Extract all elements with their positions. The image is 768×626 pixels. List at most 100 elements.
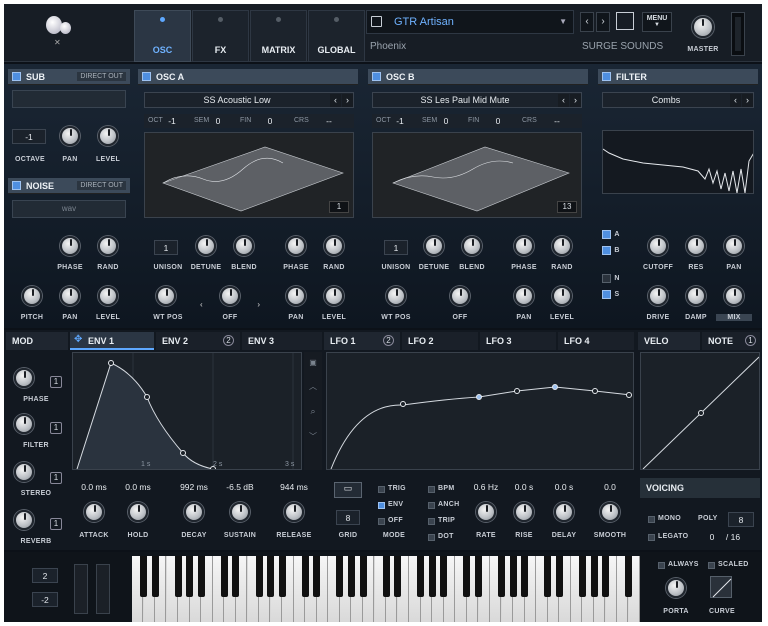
black-key[interactable] bbox=[347, 556, 355, 597]
black-key[interactable] bbox=[174, 556, 182, 597]
next-filter-button[interactable]: › bbox=[742, 94, 753, 107]
lfo-rise-knob[interactable] bbox=[514, 502, 534, 522]
noise-phase-knob[interactable] bbox=[60, 236, 80, 256]
osc-b-unison-field[interactable]: 1 bbox=[384, 240, 408, 255]
mod-stereo-badge[interactable]: 1 bbox=[50, 472, 62, 484]
osc-a-wavetable-selector[interactable]: SS Acoustic Low ‹ › bbox=[144, 92, 354, 108]
black-key[interactable] bbox=[440, 556, 448, 597]
lfo-off-radio[interactable] bbox=[378, 518, 385, 525]
noise-direct-out[interactable]: DIRECT OUT bbox=[77, 181, 126, 190]
lfo-rate-knob[interactable] bbox=[476, 502, 496, 522]
sub-level-knob[interactable] bbox=[98, 126, 118, 146]
tab-lfo2[interactable]: LFO 2 bbox=[402, 332, 478, 350]
save-icon[interactable] bbox=[371, 16, 382, 27]
osc-a-pan-knob[interactable] bbox=[286, 286, 306, 306]
mod-phase-knob[interactable] bbox=[14, 368, 34, 388]
prev-wavetable-button[interactable]: ‹ bbox=[558, 94, 569, 107]
black-key[interactable] bbox=[463, 556, 471, 597]
osc-a-fin-value[interactable]: 0 bbox=[264, 116, 276, 126]
black-key[interactable] bbox=[267, 556, 275, 597]
osc-b-oct-value[interactable]: -1 bbox=[392, 116, 408, 126]
black-key[interactable] bbox=[382, 556, 390, 597]
osc-a-detune-knob[interactable] bbox=[196, 236, 216, 256]
osc-a-level-knob[interactable] bbox=[324, 286, 344, 306]
mod-stereo-knob[interactable] bbox=[14, 462, 34, 482]
black-key[interactable] bbox=[197, 556, 205, 597]
osc-a-wtpos-knob[interactable] bbox=[156, 286, 176, 306]
lfo-grid-field[interactable]: 8 bbox=[336, 510, 360, 525]
black-key[interactable] bbox=[521, 556, 529, 597]
filter-cutoff-knob[interactable] bbox=[648, 236, 668, 256]
osc-b-enable-checkbox[interactable] bbox=[372, 72, 381, 81]
piano-keyboard[interactable] bbox=[132, 556, 640, 622]
black-key[interactable] bbox=[555, 556, 563, 597]
osc-a-rand-knob[interactable] bbox=[324, 236, 344, 256]
tab-lfo3[interactable]: LFO 3 bbox=[480, 332, 556, 350]
tab-osc[interactable]: OSC bbox=[134, 10, 191, 62]
chevron-up-icon[interactable]: ︿ bbox=[304, 381, 322, 392]
osc-b-phase-knob[interactable] bbox=[514, 236, 534, 256]
tab-matrix[interactable]: MATRIX bbox=[250, 10, 307, 62]
chevron-down-icon[interactable]: ﹀ bbox=[304, 431, 322, 442]
osc-b-rand-knob[interactable] bbox=[552, 236, 572, 256]
black-key[interactable] bbox=[394, 556, 402, 597]
osc-b-level-knob[interactable] bbox=[552, 286, 572, 306]
menu-button[interactable]: MENU ▼ bbox=[642, 12, 672, 32]
filter-pan-knob[interactable] bbox=[724, 236, 744, 256]
osc-a-unison-field[interactable]: 1 bbox=[154, 240, 178, 255]
osc-b-wavetable-display[interactable]: 13 bbox=[372, 132, 582, 218]
curve-shape[interactable] bbox=[710, 576, 732, 598]
osc-a-crs-value[interactable]: -- bbox=[322, 116, 336, 126]
mod-reverb-badge[interactable]: 1 bbox=[50, 518, 62, 530]
next-wavetable-button[interactable]: › bbox=[570, 94, 581, 107]
velo-display[interactable] bbox=[640, 352, 760, 470]
osc-b-frame[interactable]: 13 bbox=[557, 201, 577, 213]
black-key[interactable] bbox=[509, 556, 517, 597]
next-wavetable-button[interactable]: › bbox=[342, 94, 353, 107]
lfo-anch-radio[interactable] bbox=[428, 502, 435, 509]
tab-env1[interactable]: ✥ ENV 1 bbox=[70, 332, 154, 350]
tab-env2[interactable]: ENV 2 2 bbox=[156, 332, 240, 350]
tab-note[interactable]: NOTE 1 bbox=[702, 332, 760, 350]
mod-phase-badge[interactable]: 1 bbox=[50, 376, 62, 388]
env-decay-knob[interactable] bbox=[184, 502, 204, 522]
osc-a-oct-value[interactable]: -1 bbox=[164, 116, 180, 126]
env-hold-knob[interactable] bbox=[128, 502, 148, 522]
black-key[interactable] bbox=[602, 556, 610, 597]
lfo-bpm-radio[interactable] bbox=[428, 486, 435, 493]
osc-a-blend-knob[interactable] bbox=[234, 236, 254, 256]
lfo-delay-knob[interactable] bbox=[554, 502, 574, 522]
black-key[interactable] bbox=[232, 556, 240, 597]
tab-env3[interactable]: ENV 3 bbox=[242, 332, 322, 350]
octave-spinner-2[interactable]: -2 bbox=[32, 592, 58, 607]
black-key[interactable] bbox=[578, 556, 586, 597]
env-display[interactable]: 1 s 2 s 3 s bbox=[72, 352, 302, 470]
black-key[interactable] bbox=[255, 556, 263, 597]
black-key[interactable] bbox=[359, 556, 367, 597]
osc-b-crs-value[interactable]: -- bbox=[550, 116, 564, 126]
noise-level-knob[interactable] bbox=[98, 286, 118, 306]
env-attack-knob[interactable] bbox=[84, 502, 104, 522]
osc-b-wavetable-selector[interactable]: SS Les Paul Mid Mute ‹ › bbox=[372, 92, 582, 108]
osc-b-sem-value[interactable]: 0 bbox=[440, 116, 452, 126]
sub-octave-field[interactable]: -1 bbox=[12, 129, 46, 144]
tab-velo[interactable]: VELO bbox=[638, 332, 700, 350]
master-knob[interactable] bbox=[692, 16, 714, 38]
black-key[interactable] bbox=[301, 556, 309, 597]
filter-drive-knob[interactable] bbox=[648, 286, 668, 306]
mod-wheel[interactable] bbox=[96, 564, 110, 614]
tab-fx[interactable]: FX bbox=[192, 10, 249, 62]
noise-enable-checkbox[interactable] bbox=[12, 181, 21, 190]
tab-lfo4[interactable]: LFO 4 bbox=[558, 332, 634, 350]
osc-a-mode-knob[interactable] bbox=[220, 286, 240, 306]
chevron-down-icon[interactable]: ▼ bbox=[559, 17, 567, 26]
tab-global[interactable]: GLOBAL bbox=[308, 10, 365, 62]
black-key[interactable] bbox=[475, 556, 482, 597]
osc-b-fin-value[interactable]: 0 bbox=[492, 116, 504, 126]
octave-spinner-1[interactable]: 2 bbox=[32, 568, 58, 583]
env-sustain-knob[interactable] bbox=[230, 502, 250, 522]
mono-radio[interactable] bbox=[648, 516, 655, 523]
lfo-smooth-knob[interactable] bbox=[600, 502, 620, 522]
sub-enable-checkbox[interactable] bbox=[12, 72, 21, 81]
black-key[interactable] bbox=[220, 556, 228, 597]
